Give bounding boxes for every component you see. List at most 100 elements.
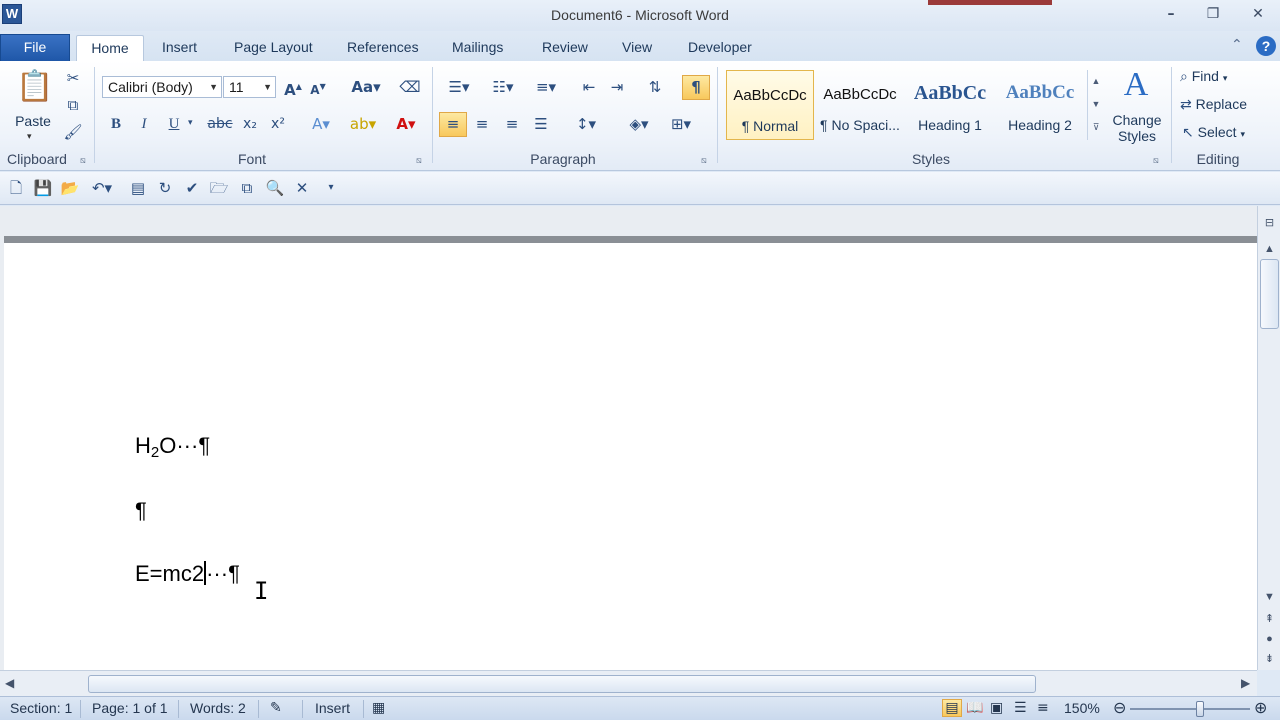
- print-preview-icon[interactable]: ▤: [127, 178, 149, 198]
- strikethrough-icon[interactable]: abc: [205, 113, 235, 135]
- gallery-up-icon[interactable]: ▲: [1088, 70, 1104, 93]
- web-layout-icon[interactable]: ▣: [990, 700, 1003, 716]
- paste-button-label[interactable]: Paste: [12, 113, 54, 129]
- zoom-slider-track[interactable]: [1130, 708, 1250, 710]
- status-insert-mode[interactable]: Insert: [315, 700, 350, 716]
- zoom-slider-thumb[interactable]: [1196, 701, 1204, 717]
- scroll-up-icon[interactable]: ▲: [1260, 240, 1279, 258]
- sort-icon[interactable]: ⇅: [643, 76, 667, 98]
- replace-button[interactable]: ⇄ Replace: [1180, 96, 1247, 113]
- increase-indent-icon[interactable]: ⇥: [605, 76, 629, 98]
- copy-icon[interactable]: ⧉: [61, 94, 85, 116]
- tab-file[interactable]: File: [0, 34, 70, 61]
- tab-insert[interactable]: Insert: [152, 35, 207, 61]
- show-formatting-marks-icon[interactable]: ¶: [682, 75, 710, 100]
- numbering-icon[interactable]: ☷▾: [484, 76, 522, 98]
- borders-icon[interactable]: ⊞▾: [662, 113, 700, 135]
- previous-page-icon[interactable]: ⇞: [1260, 610, 1279, 628]
- cut-icon[interactable]: ✂: [61, 67, 85, 89]
- select-button[interactable]: ↖ Select ▾: [1182, 124, 1245, 141]
- multilevel-list-icon[interactable]: ≡▾: [527, 76, 565, 98]
- folder-icon[interactable]: 🗁: [208, 178, 230, 198]
- clear-formatting-icon[interactable]: ⌫: [398, 76, 422, 98]
- line-spacing-icon[interactable]: ↕▾: [567, 113, 605, 135]
- tab-review[interactable]: Review: [532, 35, 598, 61]
- gallery-down-icon[interactable]: ▼: [1088, 93, 1104, 116]
- change-styles-button[interactable]: Change Styles: [1108, 112, 1166, 144]
- decrease-indent-icon[interactable]: ⇤: [577, 76, 601, 98]
- style-heading-1[interactable]: AaBbCc Heading 1: [906, 70, 994, 140]
- bold-icon[interactable]: B: [104, 113, 128, 135]
- compare-icon[interactable]: ⧉: [236, 178, 258, 198]
- macro-recording-icon[interactable]: ▦: [372, 700, 385, 716]
- tab-view[interactable]: View: [612, 35, 662, 61]
- close-icon[interactable]: ✕: [1243, 4, 1273, 24]
- zoom-in-icon[interactable]: ⊕: [1254, 698, 1267, 717]
- style-normal[interactable]: AaBbCcDc ¶ Normal: [726, 70, 814, 140]
- tab-developer[interactable]: Developer: [678, 35, 762, 61]
- change-styles-icon[interactable]: A: [1116, 65, 1156, 105]
- font-color-icon[interactable]: A▾: [388, 113, 424, 135]
- help-icon[interactable]: ?: [1256, 36, 1276, 56]
- redo-icon[interactable]: ↻: [154, 178, 176, 198]
- proofing-icon[interactable]: ✎: [270, 700, 282, 716]
- underline-icon[interactable]: U: [162, 113, 186, 135]
- view-ruler-icon[interactable]: ⊟: [1260, 214, 1279, 232]
- highlight-color-icon[interactable]: ab▾: [344, 113, 382, 135]
- spelling-check-icon[interactable]: ✔: [181, 178, 203, 198]
- font-size-combo[interactable]: 11 ▼: [223, 76, 276, 98]
- close-document-icon[interactable]: ✕: [291, 178, 313, 198]
- shrink-font-icon[interactable]: A▼: [306, 76, 330, 98]
- align-left-icon[interactable]: ≡: [439, 112, 467, 137]
- document-page[interactable]: H2O···¶ ¶ E=mc2···¶: [4, 243, 1257, 670]
- bullets-icon[interactable]: ☰▾: [440, 76, 478, 98]
- italic-icon[interactable]: I: [132, 113, 156, 135]
- doc-line-empty[interactable]: ¶: [135, 498, 147, 524]
- next-page-icon[interactable]: ⇟: [1260, 650, 1279, 668]
- new-document-icon[interactable]: 🗋: [5, 178, 27, 198]
- customize-toolbar-icon[interactable]: ▾: [320, 178, 342, 198]
- scroll-down-icon[interactable]: ▼: [1260, 588, 1279, 606]
- align-center-icon[interactable]: ≡: [470, 113, 494, 135]
- save-icon[interactable]: 💾: [32, 178, 54, 198]
- gallery-more-icon[interactable]: ⊽: [1088, 116, 1104, 139]
- doc-line-h2o[interactable]: H2O···¶: [135, 433, 210, 461]
- clipboard-launcher-icon[interactable]: ⧅: [80, 155, 86, 166]
- draft-view-icon[interactable]: ≡: [1037, 700, 1049, 716]
- status-page[interactable]: Page: 1 of 1: [92, 700, 168, 716]
- restore-icon[interactable]: ❐: [1198, 4, 1228, 24]
- zoom-out-icon[interactable]: ⊖: [1113, 698, 1126, 717]
- paste-dropdown-icon[interactable]: ▾: [27, 131, 32, 142]
- zoom-icon[interactable]: 🔍: [264, 178, 286, 198]
- zoom-level[interactable]: 150%: [1064, 700, 1100, 716]
- doc-line-emc2[interactable]: E=mc2···¶: [135, 561, 240, 587]
- align-right-icon[interactable]: ≡: [500, 113, 524, 135]
- subscript-icon[interactable]: x₂: [238, 113, 262, 135]
- print-layout-view-icon[interactable]: ▤: [942, 699, 962, 717]
- justify-icon[interactable]: ☰: [529, 113, 553, 135]
- horizontal-scrollbar[interactable]: ◀ ▶: [0, 670, 1257, 696]
- undo-icon[interactable]: ↶▾: [86, 178, 118, 198]
- outline-view-icon[interactable]: ☰: [1014, 700, 1027, 716]
- styles-launcher-icon[interactable]: ⧅: [1153, 155, 1159, 166]
- tab-mailings[interactable]: Mailings: [442, 35, 513, 61]
- format-painter-icon[interactable]: 🖌: [61, 121, 85, 143]
- scroll-right-icon[interactable]: ▶: [1241, 676, 1250, 690]
- tab-page-layout[interactable]: Page Layout: [224, 35, 323, 61]
- status-words[interactable]: Words: 2: [190, 700, 246, 716]
- select-browse-object-icon[interactable]: ●: [1260, 630, 1279, 648]
- minimize-icon[interactable]: –: [1156, 4, 1186, 24]
- vertical-scroll-thumb[interactable]: [1260, 259, 1279, 329]
- open-folder-icon[interactable]: 📂: [59, 178, 81, 198]
- font-launcher-icon[interactable]: ⧅: [416, 155, 422, 166]
- tab-home[interactable]: Home: [76, 35, 144, 61]
- minimize-ribbon-icon[interactable]: ⌃: [1231, 36, 1243, 53]
- underline-dropdown-icon[interactable]: ▾: [188, 118, 193, 128]
- status-section[interactable]: Section: 1: [10, 700, 72, 716]
- style-heading-2[interactable]: AaBbCc Heading 2: [996, 70, 1084, 140]
- scroll-left-icon[interactable]: ◀: [5, 676, 14, 690]
- find-button[interactable]: ⌕ Find ▾: [1180, 68, 1227, 85]
- vertical-scrollbar[interactable]: ⊟ ▲ ▼ ⇞ ● ⇟: [1257, 206, 1280, 670]
- paste-icon[interactable]: 📋: [16, 67, 53, 107]
- horizontal-scroll-thumb[interactable]: [88, 675, 1036, 693]
